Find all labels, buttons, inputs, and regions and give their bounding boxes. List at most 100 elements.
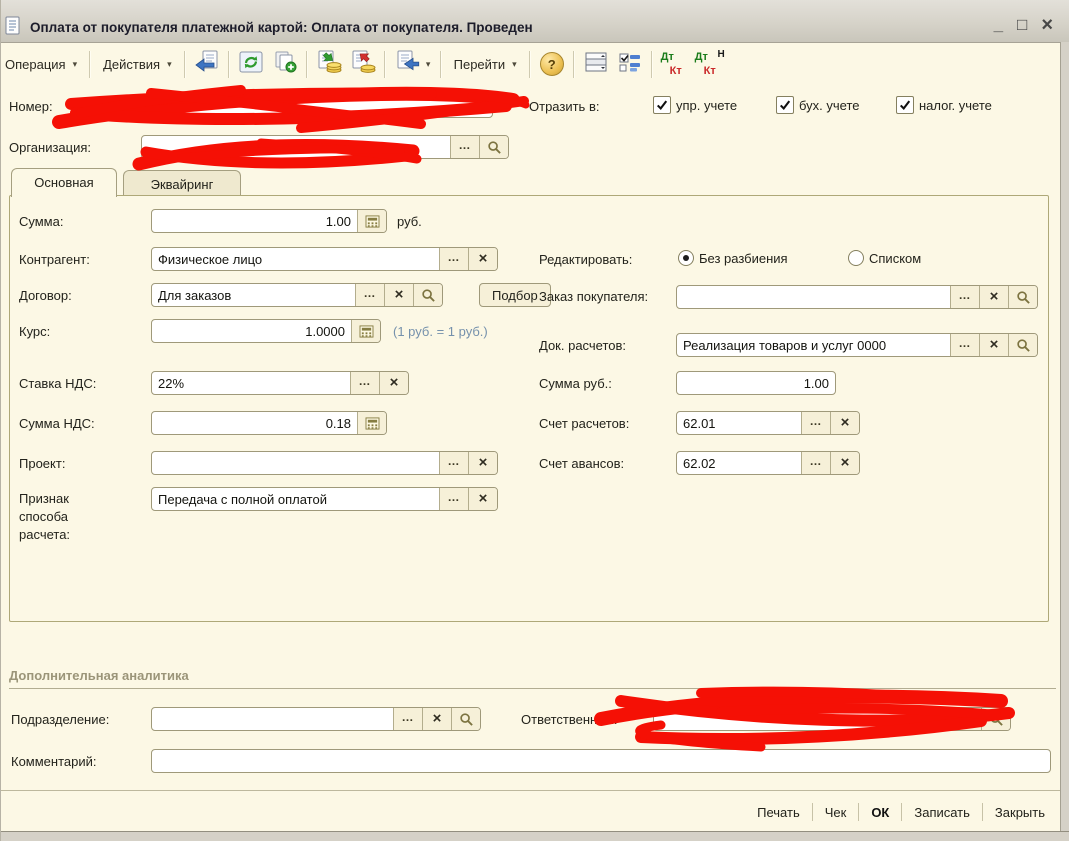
number-field-group <box>141 94 493 118</box>
document-journal-button[interactable] <box>579 49 613 79</box>
payment-card-document-window: Оплата от покупателя платежной картой: О… <box>0 0 1069 841</box>
department-field-group: … × <box>151 707 481 731</box>
copy-document-button[interactable] <box>268 49 302 79</box>
unpost-document-icon <box>349 49 377 80</box>
create-based-on-button[interactable]: ▾ <box>390 49 436 79</box>
dt-kt-n-icon: Дт Кт Н <box>693 51 723 77</box>
magnifier-icon <box>989 712 1004 727</box>
responsible-clear-button[interactable]: × <box>952 708 981 730</box>
organization-field[interactable] <box>142 136 450 158</box>
check-icon <box>656 99 668 111</box>
receipt-button[interactable]: Чек <box>813 799 859 826</box>
magnifier-icon <box>459 712 474 727</box>
document-icon <box>4 16 22 36</box>
tab-main[interactable]: Основная <box>11 168 117 197</box>
toolbar-separator <box>440 51 442 78</box>
analytics-section-title: Дополнительная аналитика <box>9 668 189 683</box>
post-document-icon <box>315 49 343 80</box>
unpost-document-button[interactable] <box>346 49 380 79</box>
footer-divider <box>1 790 1069 791</box>
responsible-label: Ответственный: <box>521 712 617 727</box>
document-arrow-left-icon <box>193 49 221 80</box>
actions-menu-button[interactable]: Действия ▾ <box>95 52 180 77</box>
tab-acquiring[interactable]: Эквайринг <box>123 170 241 196</box>
dt-kt-icon: Дт Кт <box>659 51 689 77</box>
department-field[interactable] <box>152 708 393 730</box>
document-arrow-right-icon <box>395 49 423 80</box>
toolbar-separator <box>306 51 308 78</box>
checkbox-label: бух. учете <box>799 98 860 113</box>
toolbar-separator <box>573 51 575 78</box>
department-clear-button[interactable]: × <box>422 708 451 730</box>
help-button[interactable]: ? <box>535 49 569 79</box>
chevron-down-icon: ▾ <box>426 59 431 70</box>
checkbox-label: упр. учете <box>676 98 737 113</box>
checkbox-tax-accounting[interactable] <box>896 96 914 114</box>
close-form-button[interactable]: Закрыть <box>983 799 1057 826</box>
number-field[interactable] <box>142 95 492 117</box>
operation-menu-button[interactable]: Операция ▾ <box>0 52 85 77</box>
section-divider <box>9 688 1056 689</box>
number-label: Номер: <box>9 99 53 114</box>
organization-label: Организация: <box>9 140 91 155</box>
comment-field[interactable] <box>152 750 1050 772</box>
refresh-button[interactable] <box>234 49 268 79</box>
checkbox-book-accounting[interactable] <box>776 96 794 114</box>
check-icon <box>779 99 791 111</box>
print-button[interactable]: Печать <box>745 799 812 826</box>
window-title: Оплата от покупателя платежной картой: О… <box>30 20 533 35</box>
toolbar-separator <box>384 51 386 78</box>
document-structure-button[interactable] <box>613 49 647 79</box>
comment-field-group <box>151 749 1051 773</box>
toolbar-separator <box>651 51 653 78</box>
responsible-select-button[interactable]: … <box>923 708 952 730</box>
list-rows-icon <box>583 50 609 79</box>
toolbar-separator <box>89 51 91 78</box>
department-open-button[interactable] <box>451 708 480 730</box>
save-button[interactable]: Записать <box>902 799 982 826</box>
dt-kt-postings-button[interactable]: Дт Кт <box>657 49 691 79</box>
toolbar-separator <box>529 51 531 78</box>
help-icon: ? <box>540 52 564 76</box>
maximize-button[interactable]: □ <box>1017 18 1027 32</box>
footer-button-bar: Печать Чек ОК Записать Закрыть <box>1 794 1057 830</box>
close-button[interactable]: × <box>1041 18 1053 32</box>
toolbar-separator <box>184 51 186 78</box>
ok-button[interactable]: ОК <box>859 799 901 826</box>
organization-select-button[interactable]: … <box>450 136 479 158</box>
chevron-down-icon: ▾ <box>512 59 517 70</box>
checklist-icon <box>617 50 643 79</box>
goto-menu-button[interactable]: Перейти ▾ <box>446 52 525 77</box>
checkbox-management-accounting[interactable] <box>653 96 671 114</box>
dt-kt-tax-postings-button[interactable]: Дт Кт Н <box>691 49 725 79</box>
comment-label: Комментарий: <box>11 754 97 769</box>
toolbar-separator <box>228 51 230 78</box>
magnifier-icon <box>487 140 502 155</box>
chevron-down-icon: ▾ <box>167 59 172 70</box>
refresh-icon <box>238 50 264 79</box>
responsible-field[interactable] <box>654 708 923 730</box>
responsible-field-group: … × <box>653 707 1011 731</box>
operation-menu-label: Операция <box>5 57 66 72</box>
checkbox-label: налог. учете <box>919 98 992 113</box>
department-select-button[interactable]: … <box>393 708 422 730</box>
minimize-button[interactable]: _ <box>994 18 1003 32</box>
window-bottom-frame <box>1 831 1069 841</box>
department-label: Подразделение: <box>11 712 109 727</box>
organization-field-group: … <box>141 135 509 159</box>
reflect-in-label: Отразить в: <box>529 99 599 114</box>
check-icon <box>899 99 911 111</box>
goto-menu-label: Перейти <box>454 57 506 72</box>
post-document-button[interactable] <box>312 49 346 79</box>
titlebar: Оплата от покупателя платежной картой: О… <box>1 0 1069 43</box>
clear-icon: × <box>963 714 972 724</box>
reread-document-button[interactable] <box>190 49 224 79</box>
responsible-open-button[interactable] <box>981 708 1010 730</box>
tab-page-main <box>9 195 1049 622</box>
toolbar: Операция ▾ Действия ▾ <box>1 43 1059 85</box>
copy-add-icon <box>272 50 298 79</box>
chevron-down-icon: ▾ <box>73 59 78 70</box>
window-right-frame <box>1060 42 1069 832</box>
actions-menu-label: Действия <box>103 57 160 72</box>
organization-open-button[interactable] <box>479 136 508 158</box>
